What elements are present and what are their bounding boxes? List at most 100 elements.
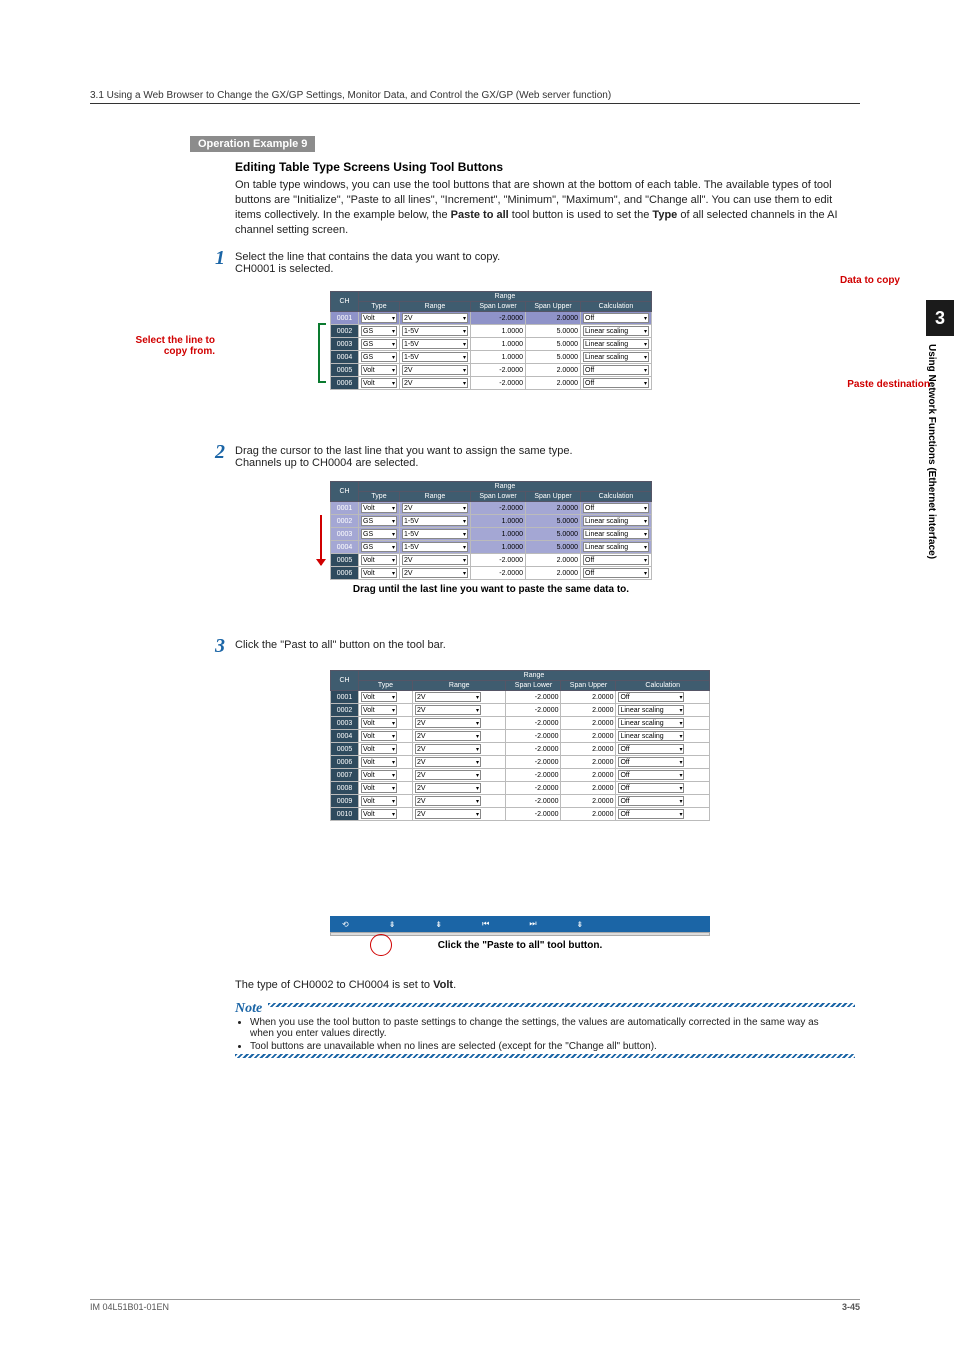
span-lower-cell[interactable]: -2.0000 — [471, 502, 526, 515]
ch-cell[interactable]: 0010 — [331, 808, 359, 821]
calc-cell[interactable]: Off▾ — [581, 567, 652, 580]
range-cell[interactable]: 2V▾ — [412, 704, 506, 717]
range-cell[interactable]: 2V▾ — [412, 756, 506, 769]
span-upper-cell[interactable]: 2.0000 — [526, 377, 581, 390]
span-upper-cell[interactable]: 2.0000 — [561, 743, 616, 756]
span-lower-cell[interactable]: -2.0000 — [506, 795, 561, 808]
span-upper-cell[interactable]: 5.0000 — [526, 351, 581, 364]
range-dropdown[interactable]: 1-5V▾ — [402, 352, 468, 362]
type-cell[interactable]: Volt▾ — [359, 567, 400, 580]
span-lower-cell[interactable]: -2.0000 — [506, 743, 561, 756]
range-cell[interactable]: 1-5V▾ — [400, 325, 471, 338]
calc-cell[interactable]: Off▾ — [616, 782, 710, 795]
type-dropdown[interactable]: Volt▾ — [361, 744, 397, 754]
span-lower-cell[interactable]: -2.0000 — [506, 808, 561, 821]
type-dropdown[interactable]: Volt▾ — [361, 568, 397, 578]
calc-cell[interactable]: Linear scaling▾ — [616, 717, 710, 730]
span-upper-cell[interactable]: 2.0000 — [561, 782, 616, 795]
span-lower-cell[interactable]: -2.0000 — [471, 554, 526, 567]
range-cell[interactable]: 1-5V▾ — [400, 515, 471, 528]
range-cell[interactable]: 2V▾ — [400, 377, 471, 390]
range-cell[interactable]: 2V▾ — [400, 567, 471, 580]
ch-cell[interactable]: 0001 — [331, 691, 359, 704]
type-cell[interactable]: Volt▾ — [359, 808, 413, 821]
calc-dropdown[interactable]: Linear scaling▾ — [618, 718, 684, 728]
type-cell[interactable]: Volt▾ — [359, 364, 400, 377]
calc-dropdown[interactable]: Off▾ — [583, 503, 649, 513]
range-dropdown[interactable]: 2V▾ — [402, 503, 468, 513]
span-upper-cell[interactable]: 2.0000 — [526, 567, 581, 580]
type-cell[interactable]: Volt▾ — [359, 377, 400, 390]
ch-cell[interactable]: 0002 — [331, 704, 359, 717]
calc-dropdown[interactable]: Off▾ — [583, 313, 649, 323]
range-cell[interactable]: 1-5V▾ — [400, 351, 471, 364]
range-dropdown[interactable]: 2V▾ — [402, 555, 468, 565]
calc-cell[interactable]: Linear scaling▾ — [581, 325, 652, 338]
range-cell[interactable]: 2V▾ — [412, 743, 506, 756]
ch-cell[interactable]: 0006 — [331, 377, 359, 390]
calc-dropdown[interactable]: Off▾ — [618, 796, 684, 806]
type-dropdown[interactable]: Volt▾ — [361, 313, 397, 323]
calc-cell[interactable]: Off▾ — [616, 769, 710, 782]
span-upper-cell[interactable]: 2.0000 — [561, 730, 616, 743]
ch-cell[interactable]: 0006 — [331, 567, 359, 580]
range-dropdown[interactable]: 2V▾ — [415, 744, 481, 754]
calc-cell[interactable]: Linear scaling▾ — [581, 515, 652, 528]
calc-dropdown[interactable]: Linear scaling▾ — [583, 339, 649, 349]
range-dropdown[interactable]: 1-5V▾ — [402, 339, 468, 349]
span-upper-cell[interactable]: 2.0000 — [561, 769, 616, 782]
calc-cell[interactable]: Linear scaling▾ — [581, 338, 652, 351]
type-dropdown[interactable]: Volt▾ — [361, 378, 397, 388]
type-cell[interactable]: GS▾ — [359, 541, 400, 554]
calc-cell[interactable]: Linear scaling▾ — [616, 704, 710, 717]
type-dropdown[interactable]: Volt▾ — [361, 757, 397, 767]
type-cell[interactable]: Volt▾ — [359, 730, 413, 743]
range-dropdown[interactable]: 2V▾ — [402, 313, 468, 323]
span-lower-cell[interactable]: -2.0000 — [471, 312, 526, 325]
tool-max-icon[interactable]: ⏭ — [529, 919, 536, 929]
type-dropdown[interactable]: Volt▾ — [361, 365, 397, 375]
range-dropdown[interactable]: 1-5V▾ — [402, 516, 468, 526]
span-upper-cell[interactable]: 2.0000 — [561, 795, 616, 808]
calc-dropdown[interactable]: Off▾ — [618, 757, 684, 767]
type-dropdown[interactable]: Volt▾ — [361, 705, 397, 715]
type-cell[interactable]: Volt▾ — [359, 554, 400, 567]
calc-dropdown[interactable]: Off▾ — [618, 809, 684, 819]
ch-cell[interactable]: 0002 — [331, 325, 359, 338]
type-dropdown[interactable]: Volt▾ — [361, 692, 397, 702]
type-cell[interactable]: Volt▾ — [359, 717, 413, 730]
calc-dropdown[interactable]: Off▾ — [618, 770, 684, 780]
span-lower-cell[interactable]: 1.0000 — [471, 541, 526, 554]
range-dropdown[interactable]: 1-5V▾ — [402, 529, 468, 539]
type-dropdown[interactable]: Volt▾ — [361, 796, 397, 806]
range-dropdown[interactable]: 2V▾ — [415, 757, 481, 767]
calc-dropdown[interactable]: Linear scaling▾ — [583, 326, 649, 336]
range-dropdown[interactable]: 1-5V▾ — [402, 326, 468, 336]
span-lower-cell[interactable]: -2.0000 — [471, 377, 526, 390]
span-upper-cell[interactable]: 5.0000 — [526, 528, 581, 541]
span-upper-cell[interactable]: 5.0000 — [526, 325, 581, 338]
span-upper-cell[interactable]: 2.0000 — [526, 554, 581, 567]
calc-dropdown[interactable]: Linear scaling▾ — [583, 516, 649, 526]
calc-dropdown[interactable]: Off▾ — [583, 378, 649, 388]
calc-cell[interactable]: Linear scaling▾ — [581, 528, 652, 541]
type-dropdown[interactable]: Volt▾ — [361, 718, 397, 728]
type-dropdown[interactable]: Volt▾ — [361, 555, 397, 565]
ch-cell[interactable]: 0004 — [331, 351, 359, 364]
span-upper-cell[interactable]: 2.0000 — [561, 717, 616, 730]
calc-dropdown[interactable]: Off▾ — [583, 555, 649, 565]
calc-cell[interactable]: Off▾ — [581, 554, 652, 567]
span-lower-cell[interactable]: -2.0000 — [506, 691, 561, 704]
range-dropdown[interactable]: 2V▾ — [415, 718, 481, 728]
calc-cell[interactable]: Linear scaling▾ — [616, 730, 710, 743]
ch-cell[interactable]: 0005 — [331, 743, 359, 756]
span-lower-cell[interactable]: -2.0000 — [506, 756, 561, 769]
tool-initialize-icon[interactable]: ⟲ — [342, 920, 349, 929]
range-dropdown[interactable]: 2V▾ — [415, 809, 481, 819]
span-upper-cell[interactable]: 2.0000 — [526, 312, 581, 325]
type-dropdown[interactable]: Volt▾ — [361, 809, 397, 819]
calc-cell[interactable]: Off▾ — [581, 312, 652, 325]
range-dropdown[interactable]: 2V▾ — [415, 705, 481, 715]
calc-dropdown[interactable]: Off▾ — [618, 783, 684, 793]
type-dropdown[interactable]: GS▾ — [361, 542, 397, 552]
